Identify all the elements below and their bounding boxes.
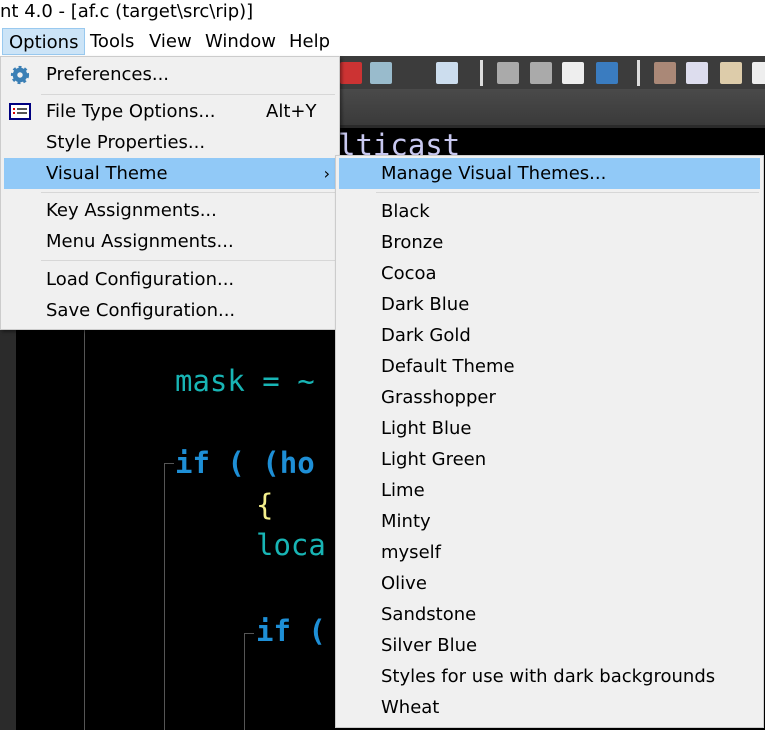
menu-item-manage-visual-themes[interactable]: Manage Visual Themes... (339, 158, 760, 189)
menu-item-theme[interactable]: Dark Blue (339, 289, 760, 320)
menu-item-theme[interactable]: Wheat (339, 692, 760, 723)
menu-window[interactable]: Window (199, 28, 282, 55)
menu-view[interactable]: View (143, 28, 198, 55)
find-icon[interactable] (370, 62, 392, 84)
code-line: if ( (ho (175, 446, 315, 480)
menu-item-theme[interactable]: Sandstone (339, 599, 760, 630)
code-line: mask = ~ (175, 364, 315, 398)
menu-help[interactable]: Help (283, 28, 336, 55)
bookmark-next-icon[interactable] (530, 62, 552, 84)
menu-item-theme[interactable]: Minty (339, 506, 760, 537)
window-list-icon[interactable] (562, 62, 584, 84)
menu-item-theme[interactable]: Silver Blue (339, 630, 760, 661)
code-line: loca (256, 528, 326, 562)
menu-tools[interactable]: Tools (84, 28, 140, 55)
gear-icon (10, 65, 30, 85)
find-down-icon[interactable] (340, 62, 362, 84)
menubar: Options Tools View Window Help (0, 28, 765, 56)
menu-item-theme[interactable]: Cocoa (339, 258, 760, 289)
chevron-right-icon: › (323, 164, 330, 183)
code-line: if ( (256, 614, 326, 648)
menu-item-file-type-options[interactable]: File Type Options... Alt+Y (4, 96, 336, 127)
code-line: { (256, 488, 274, 522)
menu-item-theme[interactable]: Olive (339, 568, 760, 599)
visual-theme-submenu: Manage Visual Themes... Black Bronze Cocoa… (335, 155, 764, 728)
menu-item-menu-assignments[interactable]: Menu Assignments... (4, 226, 336, 257)
menu-item-save-configuration[interactable]: Save Configuration... (4, 295, 336, 326)
menu-item-theme[interactable]: Light Blue (339, 413, 760, 444)
menu-item-style-properties[interactable]: Style Properties... (4, 127, 336, 158)
menu-item-theme[interactable]: Grasshopper (339, 382, 760, 413)
replace-icon[interactable] (402, 62, 424, 84)
bookmark-prev-icon[interactable] (497, 62, 519, 84)
window-title: nt 4.0 - [af.c (target\src\rip)] (0, 0, 765, 28)
menu-item-key-assignments[interactable]: Key Assignments... (4, 195, 336, 226)
menu-item-visual-theme[interactable]: Visual Theme › (4, 158, 336, 189)
menu-item-theme[interactable]: Light Green (339, 444, 760, 475)
web-icon[interactable] (436, 62, 458, 84)
menu-options[interactable]: Options (2, 28, 86, 55)
menu-item-theme[interactable]: Default Theme (339, 351, 760, 382)
options-menu: Preferences... File Type Options... Alt+… (0, 56, 340, 330)
book-icon[interactable] (720, 62, 742, 84)
menu-item-load-configuration[interactable]: Load Configuration... (4, 264, 336, 295)
list-icon (9, 103, 31, 120)
hand-icon[interactable] (654, 62, 676, 84)
favorite-icon[interactable] (596, 62, 618, 84)
function-icon[interactable] (752, 62, 765, 84)
menu-item-theme[interactable]: Styles for use with dark backgrounds (339, 661, 760, 692)
menu-item-preferences[interactable]: Preferences... (4, 59, 336, 90)
help-icon[interactable] (686, 62, 708, 84)
menu-item-theme[interactable]: Black (339, 196, 760, 227)
menu-item-theme[interactable]: myself (339, 537, 760, 568)
menu-item-theme[interactable]: Lime (339, 475, 760, 506)
menu-item-theme[interactable]: Bronze (339, 227, 760, 258)
menu-item-theme[interactable]: Dark Gold (339, 320, 760, 351)
